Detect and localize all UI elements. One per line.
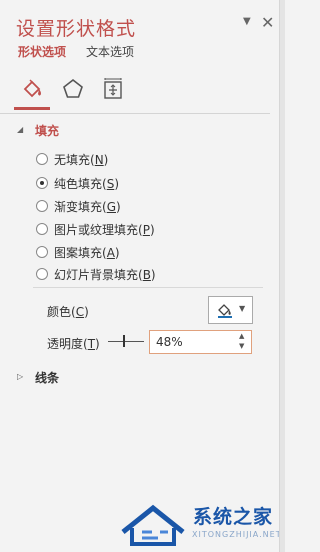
paint-bucket-icon bbox=[218, 304, 232, 318]
chevron-down-icon[interactable]: ▼ bbox=[243, 16, 251, 27]
slider-track bbox=[108, 341, 144, 342]
size-properties-tab[interactable] bbox=[94, 70, 130, 110]
pentagon-icon bbox=[63, 78, 83, 98]
watermark: 系统之家 XITONGZHIJIA.NET bbox=[118, 496, 281, 552]
radio-label: 纯色填充(S) bbox=[54, 177, 119, 191]
radio-button-selected[interactable] bbox=[36, 177, 48, 189]
radio-label: 图案填充(A) bbox=[54, 246, 120, 260]
transparency-spinbox: ▲ ▼ bbox=[149, 330, 252, 354]
pane-right-edge bbox=[279, 0, 285, 552]
slider-thumb[interactable] bbox=[123, 335, 125, 347]
radio-gradient-fill[interactable]: 渐变填充(G) bbox=[36, 197, 236, 215]
fill-line-tab[interactable] bbox=[14, 70, 50, 110]
transparency-label: 透明度(T) bbox=[47, 337, 100, 351]
radio-label: 渐变填充(G) bbox=[54, 200, 121, 214]
header-separator bbox=[0, 113, 270, 114]
line-section-header[interactable]: ▷ 线条 bbox=[0, 368, 270, 386]
radio-button[interactable] bbox=[36, 200, 48, 212]
radio-no-fill[interactable]: 无填充(N) bbox=[36, 150, 236, 168]
expanded-arrow-icon: ◢ bbox=[17, 125, 24, 134]
radio-slide-background-fill[interactable]: 幻灯片背景填充(B) bbox=[36, 265, 236, 283]
section-divider bbox=[33, 287, 263, 288]
tab-shape-options[interactable]: 形状选项 bbox=[18, 43, 66, 60]
transparency-input[interactable] bbox=[154, 333, 236, 351]
transparency-slider[interactable] bbox=[108, 331, 144, 351]
radio-solid-fill[interactable]: 纯色填充(S) bbox=[36, 174, 236, 192]
radio-picture-texture-fill[interactable]: 图片或纹理填充(P) bbox=[36, 220, 236, 238]
watermark-name: 系统之家 bbox=[193, 506, 274, 528]
radio-pattern-fill[interactable]: 图案填充(A) bbox=[36, 243, 236, 261]
color-label: 颜色(C) bbox=[47, 305, 89, 319]
spin-down-icon[interactable]: ▼ bbox=[239, 342, 244, 350]
radio-label: 无填充(N) bbox=[54, 153, 109, 167]
tab-text-options[interactable]: 文本选项 bbox=[86, 43, 134, 60]
close-icon[interactable]: ✕ bbox=[261, 13, 274, 32]
watermark-url: XITONGZHIJIA.NET bbox=[192, 530, 282, 539]
spin-up-icon[interactable]: ▲ bbox=[239, 332, 244, 340]
line-section-label: 线条 bbox=[35, 371, 60, 385]
house-logo-icon bbox=[121, 504, 185, 546]
radio-label: 图片或纹理填充(P) bbox=[54, 223, 155, 237]
radio-button[interactable] bbox=[36, 268, 48, 280]
pane-title: 设置形状格式 bbox=[16, 18, 137, 40]
radio-label: 幻灯片背景填充(B) bbox=[54, 268, 156, 282]
format-shape-pane: 设置形状格式 ▼ ✕ 形状选项 文本选项 ◢ 填充 无填充(N) 纯色填充(S)… bbox=[0, 0, 281, 552]
category-icon-row bbox=[0, 70, 280, 115]
fill-section-header[interactable]: ◢ 填充 bbox=[0, 120, 270, 138]
collapsed-arrow-icon: ▷ bbox=[17, 372, 24, 381]
radio-button[interactable] bbox=[36, 223, 48, 235]
effects-tab[interactable] bbox=[54, 70, 90, 110]
chevron-down-icon: ▼ bbox=[239, 304, 246, 313]
fill-section-label: 填充 bbox=[35, 124, 60, 138]
paint-bucket-icon bbox=[23, 79, 41, 98]
radio-button[interactable] bbox=[36, 153, 48, 165]
radio-button[interactable] bbox=[36, 246, 48, 258]
size-properties-icon bbox=[104, 78, 122, 99]
fill-color-dropdown[interactable]: ▼ bbox=[208, 296, 253, 324]
